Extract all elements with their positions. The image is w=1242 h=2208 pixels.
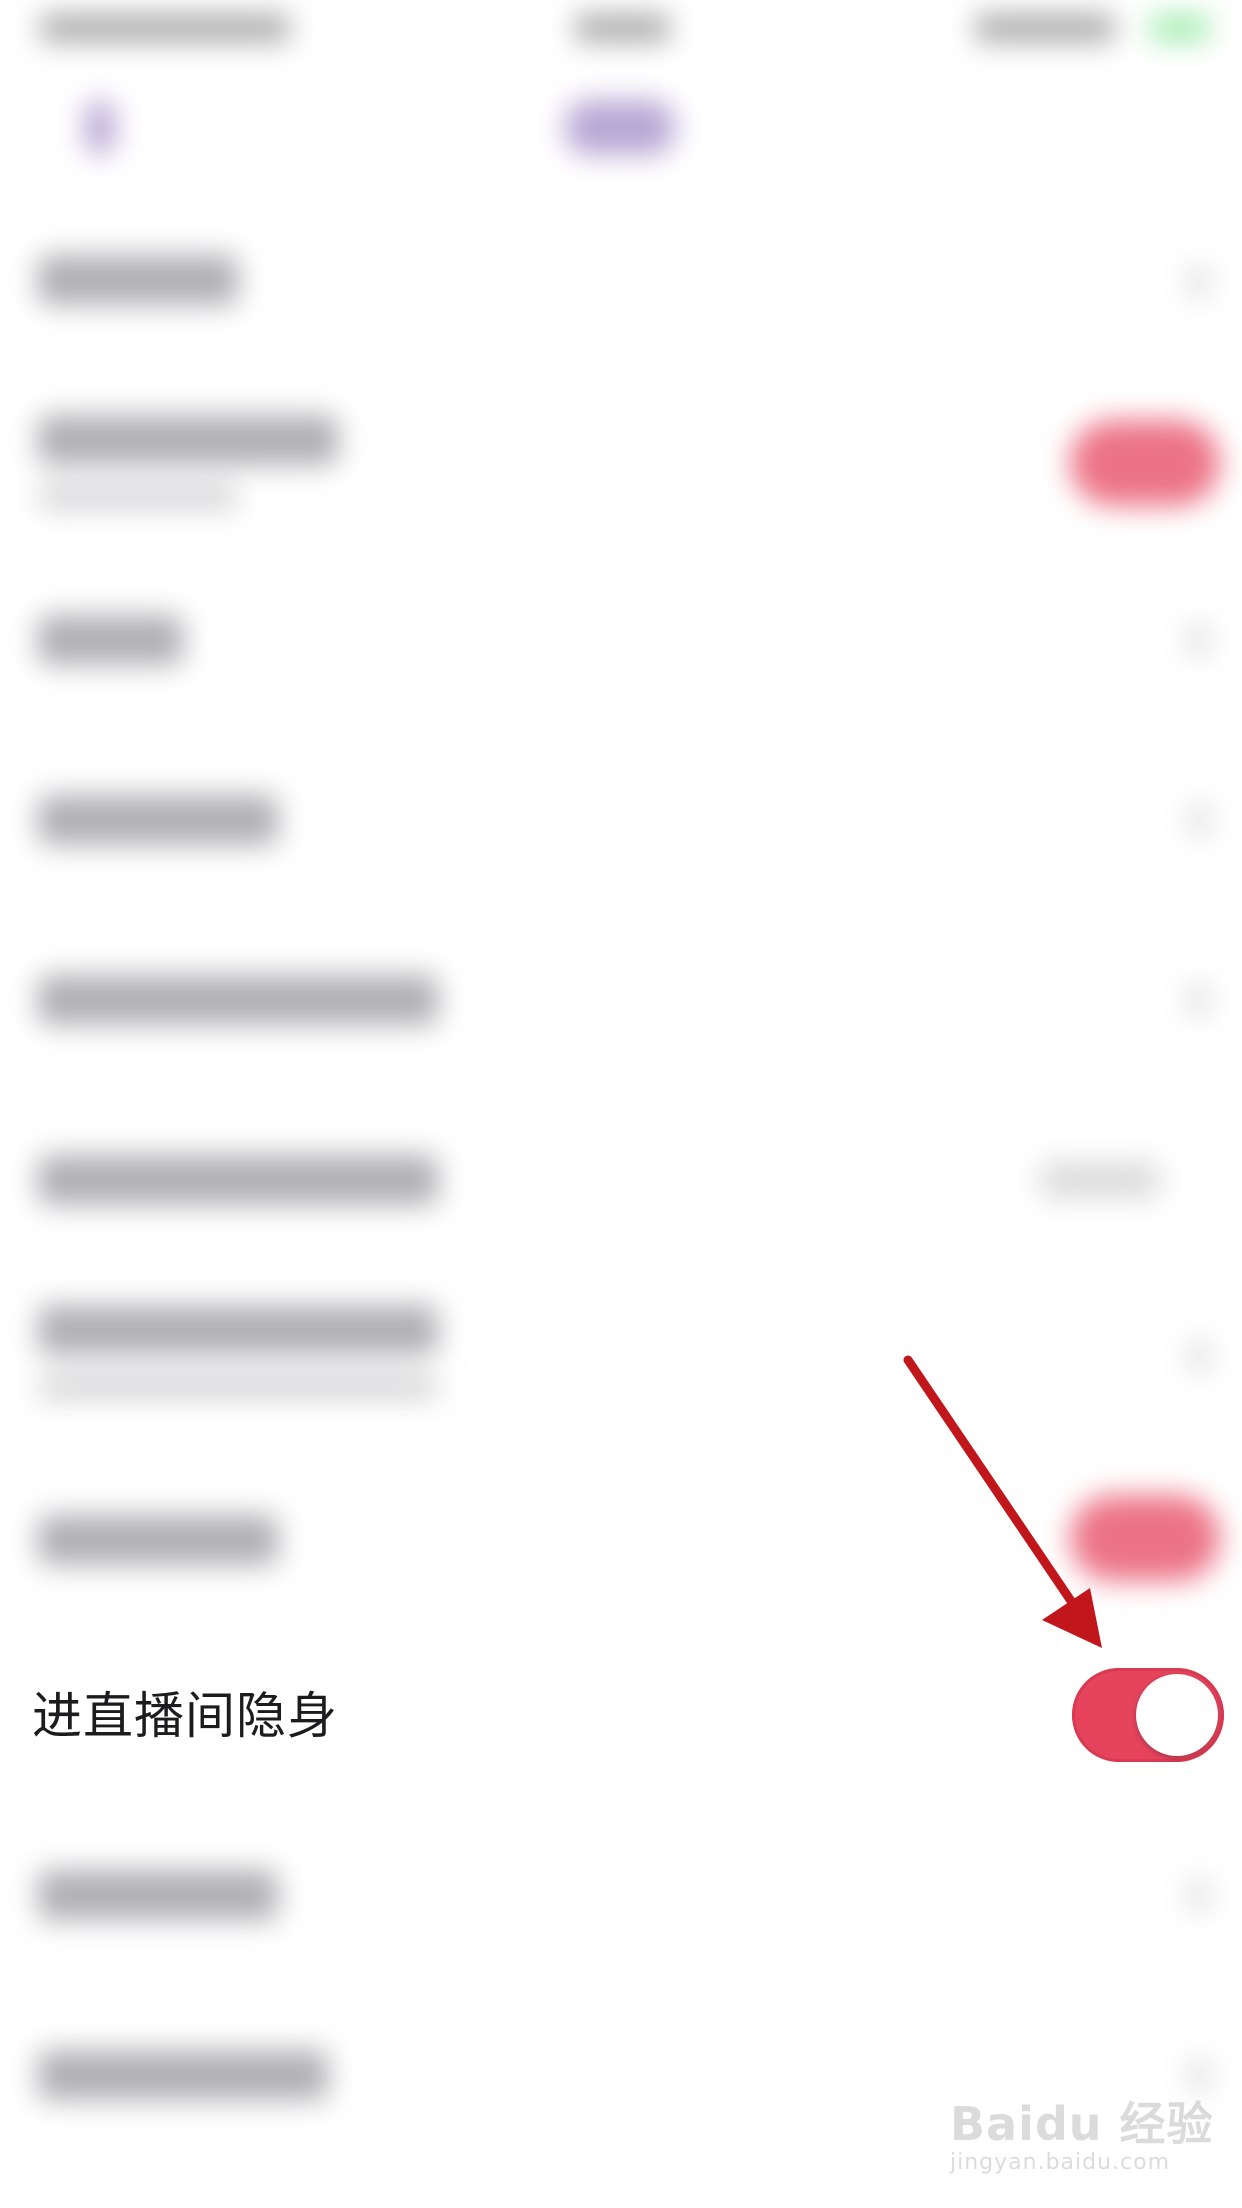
watermark-main-text: Baidu 经验: [950, 2097, 1214, 2151]
setting-label: 进直播间隐身: [32, 1687, 338, 1745]
settings-screen: 进直播间隐身 Baidu 经验 jingyan.baidu.com: [0, 0, 1242, 2208]
invisible-toggle-switch[interactable]: [1072, 1668, 1224, 1762]
obscured-content: [0, 0, 1242, 2208]
baidu-jingyan-watermark: Baidu 经验 jingyan.baidu.com: [950, 2080, 1220, 2190]
watermark-sub-text: jingyan.baidu.com: [950, 2150, 1171, 2175]
setting-row-invisible-in-live-room[interactable]: 进直播间隐身: [0, 1640, 1242, 1790]
toggle-knob: [1136, 1674, 1218, 1756]
